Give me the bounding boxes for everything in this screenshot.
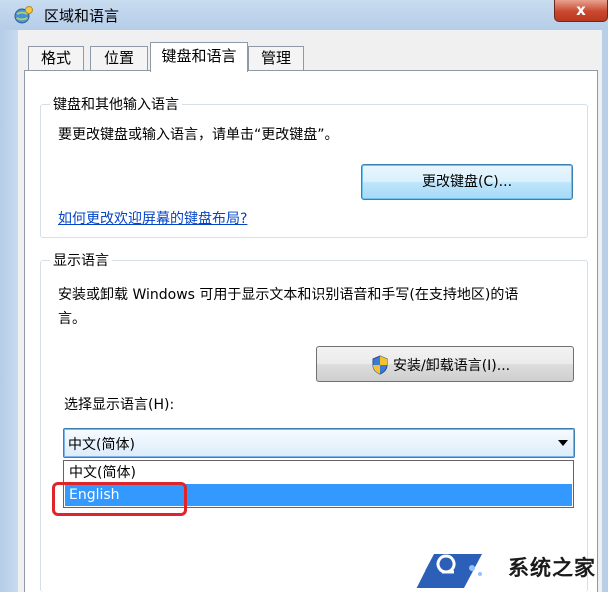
display-language-group-title: 显示语言 xyxy=(50,250,112,270)
window-frame-right xyxy=(602,30,608,592)
install-languages-button[interactable]: 安装/卸载语言(I)... xyxy=(316,346,574,382)
close-button[interactable]: x xyxy=(554,0,608,22)
display-language-combobox[interactable]: 中文(简体) xyxy=(63,428,575,458)
change-keyboard-button[interactable]: 更改键盘(C)... xyxy=(361,164,573,200)
title-bar[interactable]: 区域和语言 x xyxy=(0,0,608,30)
display-language-group xyxy=(40,260,588,592)
keyboard-group-title: 键盘和其他输入语言 xyxy=(50,94,182,114)
dropdown-option-chinese-simplified[interactable]: 中文(简体) xyxy=(65,462,572,484)
tab-administrative[interactable]: 管理 xyxy=(248,46,304,70)
watermark-logo-icon xyxy=(412,554,482,591)
keyboard-description: 要更改键盘或输入语言，请单击“更改键盘”。 xyxy=(58,127,339,143)
display-language-description-line1: 安装或卸载 Windows 可用于显示文本和识别语音和手写(在支持地区)的语 xyxy=(58,287,519,303)
window-title: 区域和语言 xyxy=(44,7,120,25)
combobox-value: 中文(简体) xyxy=(68,437,135,453)
tab-keyboards-and-languages[interactable]: 键盘和语言 xyxy=(150,42,248,72)
keyboard-layout-help-link[interactable]: 如何更改欢迎屏幕的键盘布局? xyxy=(58,208,247,228)
select-display-language-label: 选择显示语言(H): xyxy=(64,397,175,413)
annotation-highlight-box xyxy=(52,482,187,516)
tab-location[interactable]: 位置 xyxy=(90,46,148,70)
chevron-down-icon[interactable] xyxy=(558,440,568,447)
watermark-text: 系统之家 xyxy=(508,556,596,580)
install-languages-label: 安装/卸载语言(I)... xyxy=(393,358,511,374)
uac-shield-icon xyxy=(372,355,388,375)
tab-format[interactable]: 格式 xyxy=(28,46,84,70)
window-frame-left xyxy=(0,30,18,592)
globe-icon xyxy=(14,6,33,24)
display-language-description-line2: 言。 xyxy=(58,311,86,327)
